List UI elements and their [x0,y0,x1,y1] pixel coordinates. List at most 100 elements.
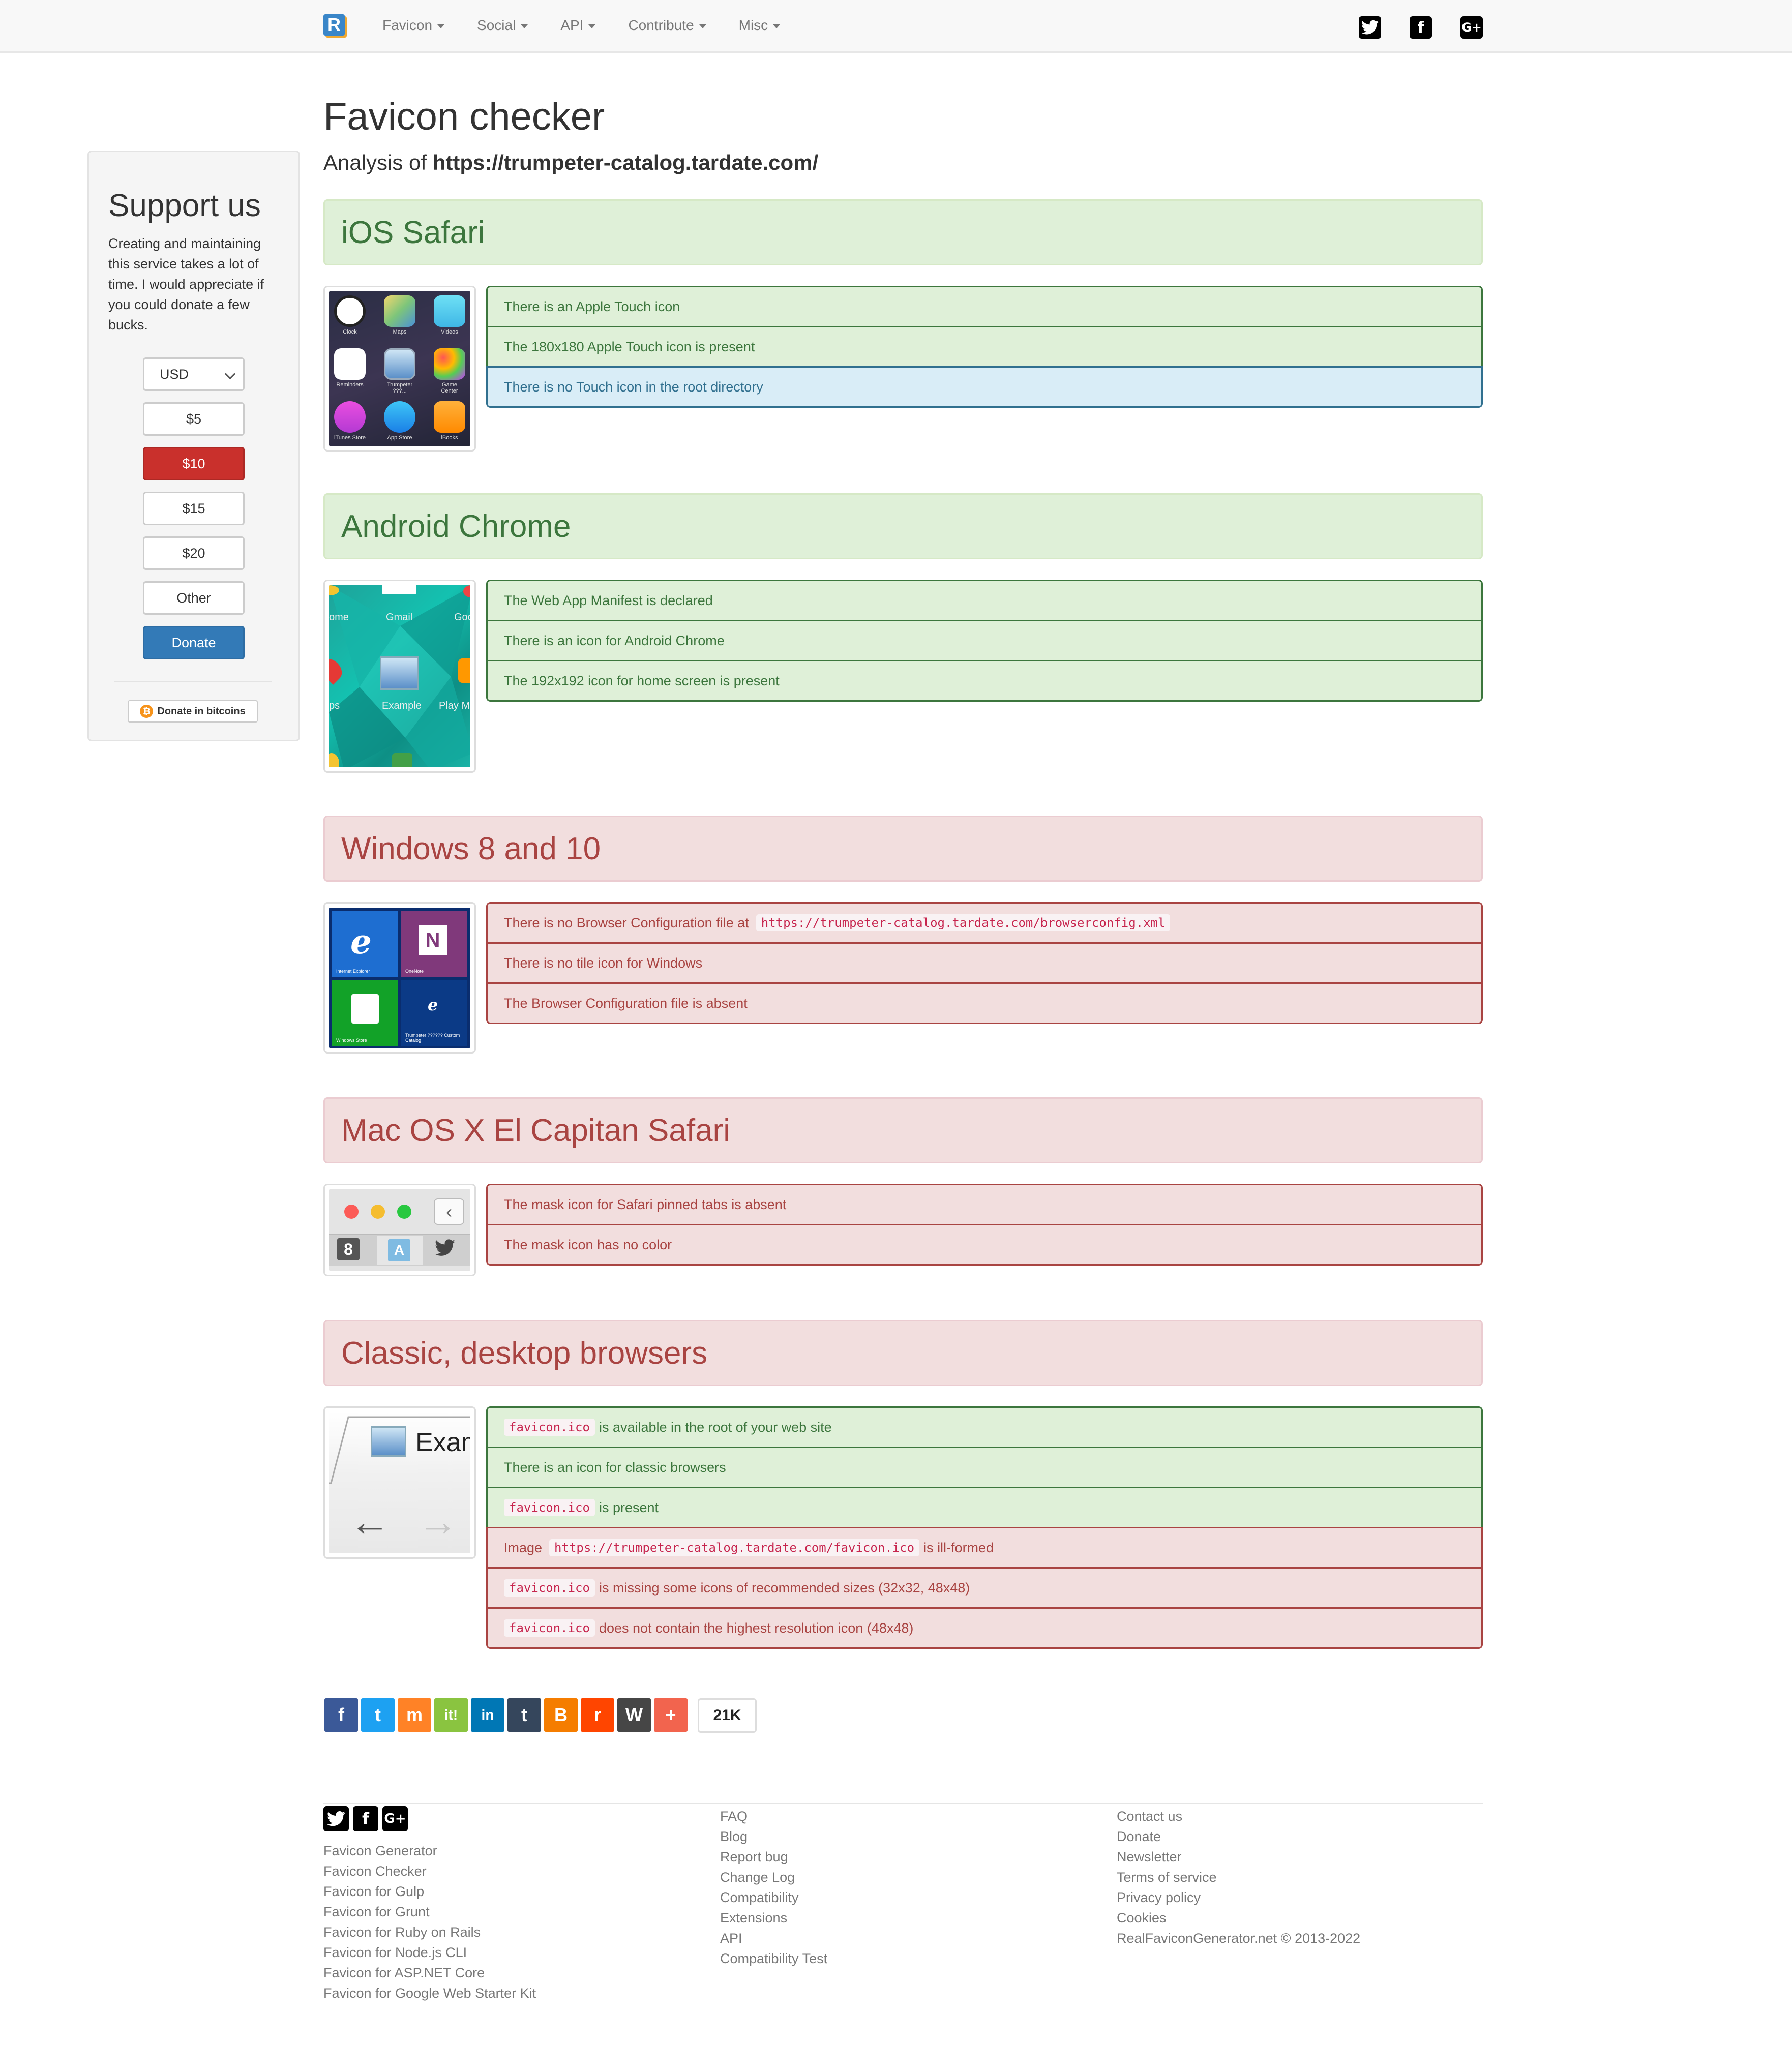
check-item: The Browser Configuration file is absent [486,982,1483,1024]
nav-favicon-label: Favicon [382,17,433,33]
footer-link[interactable]: Privacy policy [1117,1887,1360,1908]
footer-column-resources: FAQ Blog Report bug Change Log Compatibility… [720,1806,827,1969]
nav-contribute-label: Contribute [628,17,694,33]
videos-app-icon: Videos [434,295,465,335]
internet-explorer-tile: e Internet Explorer [332,911,398,977]
maps-app-icon: Maps [384,295,415,335]
android-checks-list: The Web App Manifest is declared There i… [486,580,1483,702]
footer-link[interactable]: Terms of service [1117,1867,1360,1887]
ios-homescreen-image: Clock Maps Videos Reminders Trumpeter ??… [329,291,470,446]
ibooks-app-icon: iBooks [434,401,465,441]
blogger-icon[interactable]: B [544,1698,578,1732]
maximize-dot-icon [397,1205,411,1219]
footer-link[interactable]: Compatibility Test [720,1948,827,1969]
footer-link[interactable]: Extensions [720,1908,827,1928]
footer-link[interactable]: Favicon Checker [323,1861,536,1881]
footer-link[interactable]: Contact us [1117,1806,1360,1826]
facebook-icon[interactable]: f [324,1698,358,1732]
clock-app-icon: Clock [334,295,366,335]
check-item: favicon.ico does not contain the highest… [486,1607,1483,1649]
footer-link[interactable]: Favicon Generator [323,1841,536,1861]
mac-preview-thumbnail: ‹ 8 A [323,1184,476,1276]
footer-link[interactable]: Newsletter [1117,1847,1360,1867]
app-label: Game Center [441,382,458,394]
windows-store-tile: Windows Store [332,980,398,1046]
app-label: ps [329,700,340,711]
currency-value: USD [160,366,189,382]
check-text: is ill-formed [923,1540,994,1555]
check-item: There is an icon for Android Chrome [486,620,1483,661]
check-text: There is no Browser Configuration file a… [504,915,749,930]
twitter-icon[interactable]: t [361,1698,395,1732]
windows-heading: Windows 8 and 10 [323,816,1483,882]
footer-link[interactable]: Blog [720,1826,827,1847]
check-item: The Web App Manifest is declared [486,580,1483,621]
check-item: There is no Touch icon in the root direc… [486,366,1483,408]
facebook-icon[interactable]: f [353,1806,378,1831]
twitter-icon[interactable] [323,1806,349,1831]
play-app-icon [458,658,470,683]
amount-10-button[interactable]: $10 [143,447,245,480]
footer-link[interactable]: Favicon for Gulp [323,1881,536,1902]
amount-15-button[interactable]: $15 [143,492,245,525]
footer-link[interactable]: Change Log [720,1867,827,1887]
donate-button[interactable]: Donate [143,626,245,659]
nav-api-label: API [560,17,584,33]
nav-social-links: f G+ [1359,16,1483,39]
reddit-icon[interactable]: r [581,1698,614,1732]
check-item: There is no Browser Configuration file a… [486,902,1483,944]
footer-link[interactable]: Donate [1117,1826,1360,1847]
top-navbar: R Favicon Social API Contribute Misc f G… [0,0,1792,53]
tab-label: Exam [415,1428,470,1457]
footer-link[interactable]: Compatibility [720,1887,827,1908]
itjuzi-icon[interactable]: it! [434,1698,468,1732]
footer-link[interactable]: Cookies [1117,1908,1360,1928]
donate-bitcoin-button[interactable]: ₿ Donate in bitcoins [128,700,258,723]
close-dot-icon [344,1205,359,1219]
footer-link[interactable]: Favicon for Node.js CLI [323,1942,536,1963]
chevron-down-icon [224,368,236,380]
google-plus-icon[interactable]: G+ [382,1806,408,1831]
google-tab-icon: 8 [337,1238,360,1260]
amount-other-button[interactable]: Other [143,581,245,615]
caret-down-icon [773,24,781,28]
app-label: App Store [387,435,412,441]
onenote-tile: N OneNote [401,911,467,977]
check-text: does not contain the highest resolution … [599,1620,914,1636]
app-label: iBooks [441,435,458,441]
twitter-icon[interactable] [1359,16,1381,39]
amount-20-button[interactable]: $20 [143,536,245,570]
tile-label: OneNote [405,969,424,974]
check-text: is missing some icons of recommended siz… [599,1580,970,1596]
footer-link[interactable]: Favicon for Grunt [323,1902,536,1922]
nav-social-label: Social [477,17,516,33]
facebook-icon[interactable]: f [1410,16,1432,39]
nav-favicon-dropdown[interactable]: Favicon [366,0,461,51]
footer-link[interactable]: FAQ [720,1806,827,1826]
app-label: ome [329,612,349,623]
footer-link[interactable]: Favicon for Google Web Starter Kit [323,1983,536,2003]
addthis-icon[interactable]: + [654,1698,688,1732]
check-text: Image [504,1540,543,1555]
footer-link[interactable]: API [720,1928,827,1948]
example-app-icon [380,656,419,690]
nav-contribute-dropdown[interactable]: Contribute [612,0,722,51]
google-plus-icon[interactable]: G+ [1460,16,1483,39]
nav-misc-dropdown[interactable]: Misc [723,0,797,51]
footer-link[interactable]: Favicon for ASP.NET Core [323,1963,536,1983]
currency-select[interactable]: USD [143,357,245,391]
wordpress-icon[interactable]: W [617,1698,651,1732]
nav-api-dropdown[interactable]: API [544,0,612,51]
tumblr-icon[interactable]: t [507,1698,541,1732]
site-logo[interactable]: R [323,14,345,36]
amount-5-button[interactable]: $5 [143,402,245,436]
app-store-tab-icon: A [388,1239,410,1261]
footer-link[interactable]: Report bug [720,1847,827,1867]
nav-social-dropdown[interactable]: Social [461,0,544,51]
linkedin-icon[interactable]: in [471,1698,504,1732]
footer-link[interactable]: Favicon for Ruby on Rails [323,1922,536,1942]
caret-down-icon [588,24,596,28]
favicon-url-code: https://trumpeter-catalog.tardate.com/fa… [549,1539,920,1556]
mix-icon[interactable]: m [398,1698,431,1732]
app-label: Clock [343,329,357,335]
